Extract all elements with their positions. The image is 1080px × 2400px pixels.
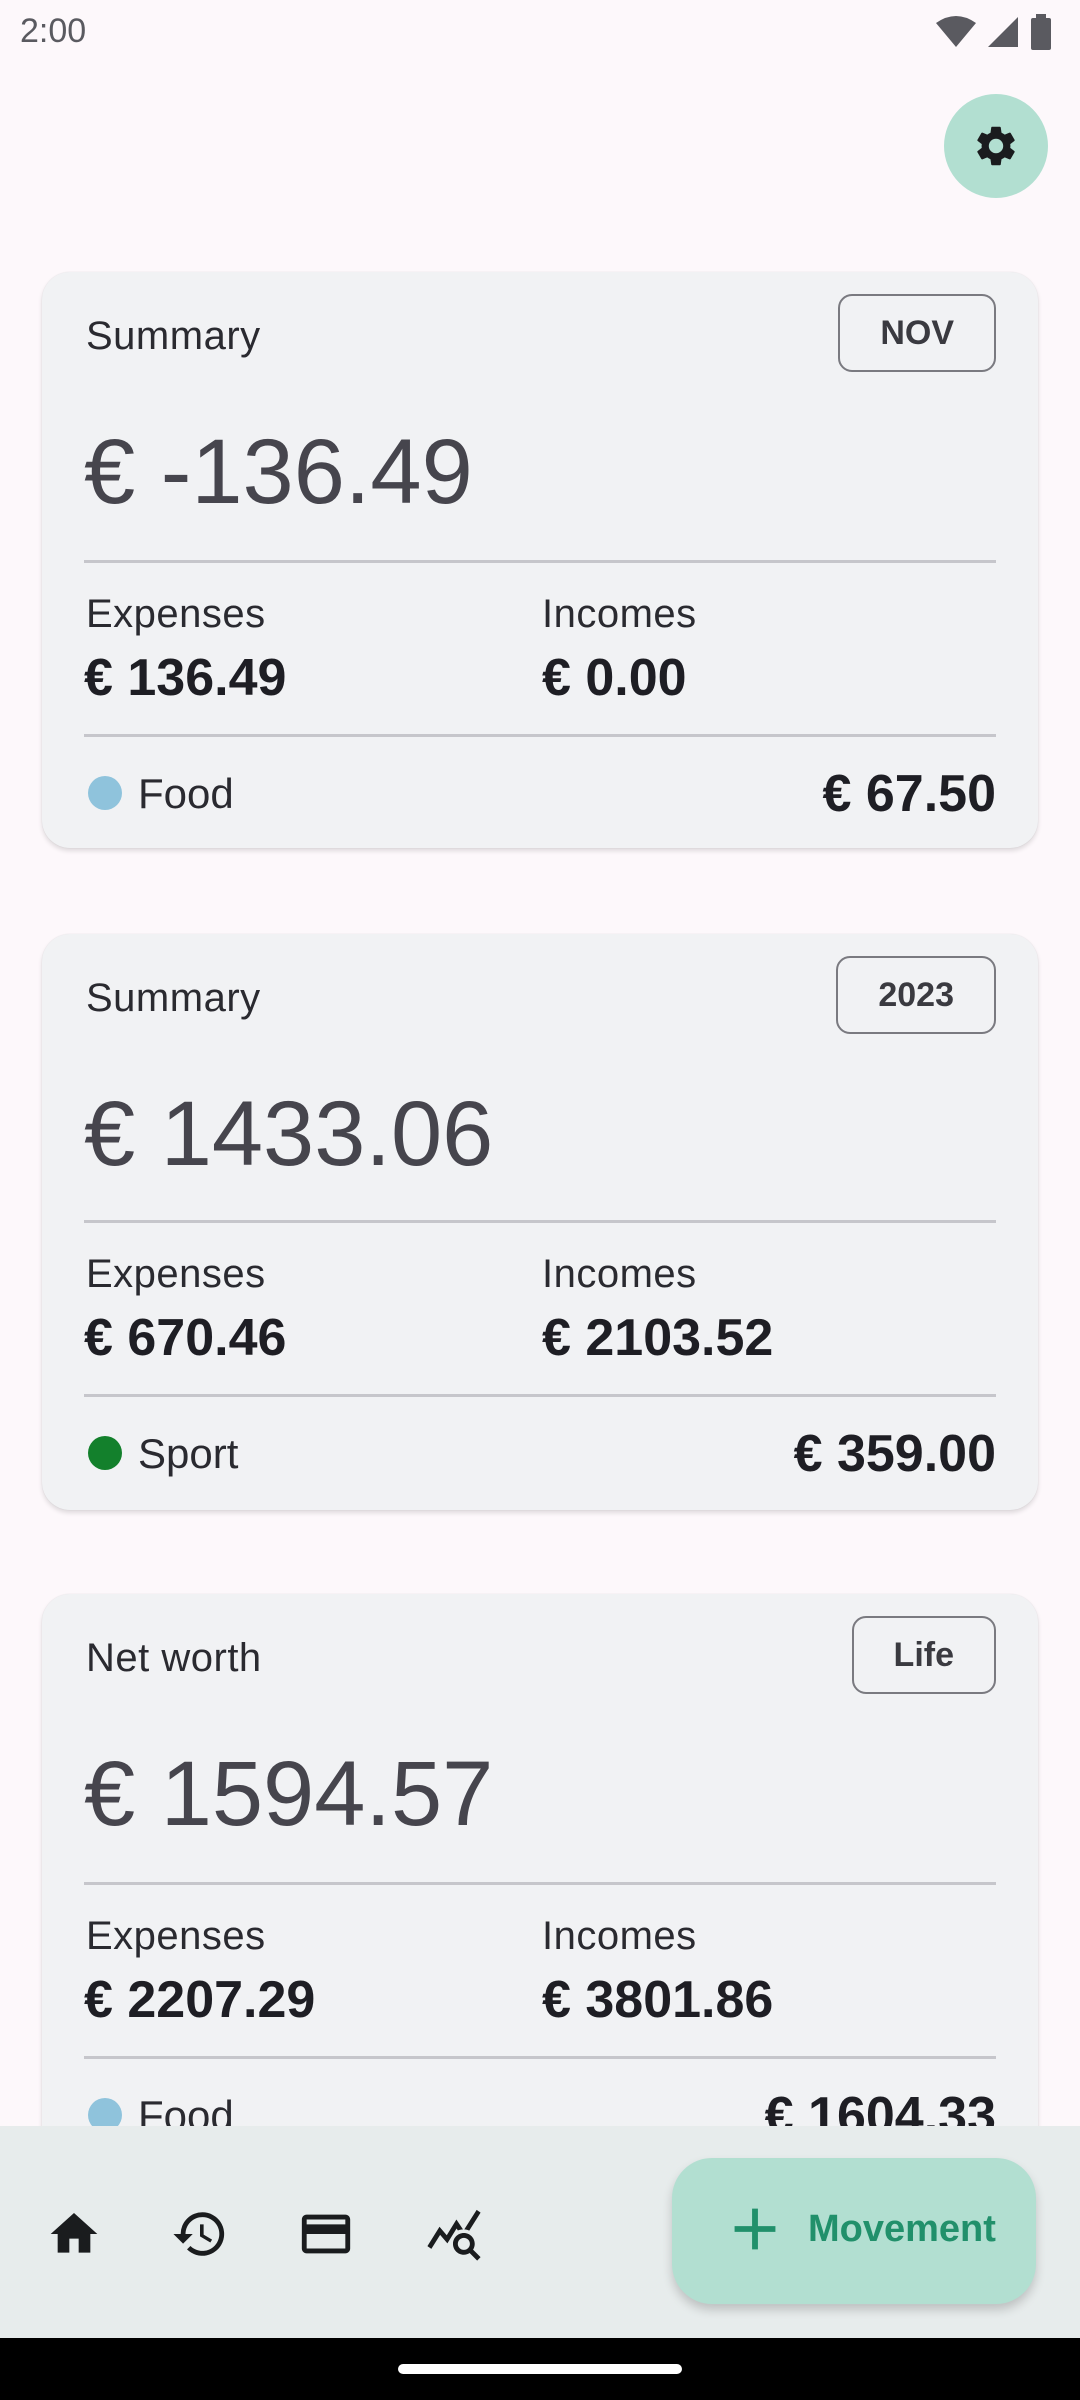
plus-icon <box>734 2208 776 2250</box>
divider <box>84 560 996 563</box>
expenses-value: € 2207.29 <box>84 1971 316 2029</box>
gesture-navigation-bar <box>0 2338 1080 2400</box>
card-title: Summary <box>86 976 261 1020</box>
settings-button[interactable] <box>944 94 1048 198</box>
incomes-value: € 2103.52 <box>542 1309 774 1367</box>
divider <box>84 1882 996 1885</box>
summary-card-month[interactable]: Summary NOV € -136.49 Expenses € 136.49 … <box>42 272 1038 848</box>
incomes-value: € 3801.86 <box>542 1971 774 2029</box>
category-value: € 67.50 <box>822 765 997 823</box>
nav-history[interactable] <box>168 2202 232 2266</box>
incomes-value: € 0.00 <box>542 649 687 707</box>
battery-icon <box>1031 14 1051 50</box>
balance-amount: € 1594.57 <box>84 1743 494 1845</box>
category-color-dot <box>88 1436 122 1470</box>
period-chip[interactable]: NOV <box>838 294 996 372</box>
incomes-label: Incomes <box>542 1252 697 1296</box>
card-title: Net worth <box>86 1636 262 1680</box>
bottom-navigation: Movement <box>0 2126 1080 2338</box>
balance-amount: € -136.49 <box>84 421 473 523</box>
period-chip[interactable]: Life <box>851 1616 996 1694</box>
divider <box>84 734 996 737</box>
expenses-label: Expenses <box>86 1252 266 1296</box>
expenses-value: € 670.46 <box>84 1309 287 1367</box>
summary-card-year[interactable]: Summary 2023 € 1433.06 Expenses € 670.46… <box>42 934 1038 1510</box>
status-time: 2:00 <box>20 12 87 50</box>
signal-icon <box>988 17 1018 47</box>
expenses-label: Expenses <box>86 1914 266 1958</box>
status-icons <box>936 14 1052 50</box>
divider <box>84 1394 996 1397</box>
expenses-label: Expenses <box>86 592 266 636</box>
nav-cards[interactable] <box>294 2202 358 2266</box>
history-icon <box>173 2212 225 2256</box>
incomes-label: Incomes <box>542 592 697 636</box>
category-name: Food <box>138 770 234 817</box>
gear-icon <box>977 126 1015 166</box>
add-movement-button[interactable]: Movement <box>672 2158 1036 2304</box>
balance-amount: € 1433.06 <box>84 1083 494 1185</box>
category-value: € 359.00 <box>793 1425 996 1483</box>
home-gesture-handle[interactable] <box>398 2364 682 2374</box>
wifi-icon <box>936 16 976 47</box>
incomes-label: Incomes <box>542 1914 697 1958</box>
home-icon <box>50 2213 98 2253</box>
credit-card-icon <box>301 2214 351 2254</box>
nav-analytics[interactable] <box>422 2202 486 2266</box>
nav-home[interactable] <box>42 2202 106 2266</box>
analytics-icon <box>427 2209 481 2261</box>
status-bar: 2:00 <box>0 0 1080 66</box>
period-chip[interactable]: 2023 <box>836 956 996 1034</box>
card-title: Summary <box>86 314 261 358</box>
fab-label: Movement <box>808 2208 996 2250</box>
category-color-dot <box>88 776 122 810</box>
net-worth-card[interactable]: Net worth Life € 1594.57 Expenses € 2207… <box>42 1594 1038 2214</box>
category-name: Sport <box>138 1430 239 1477</box>
divider <box>84 1220 996 1223</box>
divider <box>84 2056 996 2059</box>
expenses-value: € 136.49 <box>84 649 287 707</box>
